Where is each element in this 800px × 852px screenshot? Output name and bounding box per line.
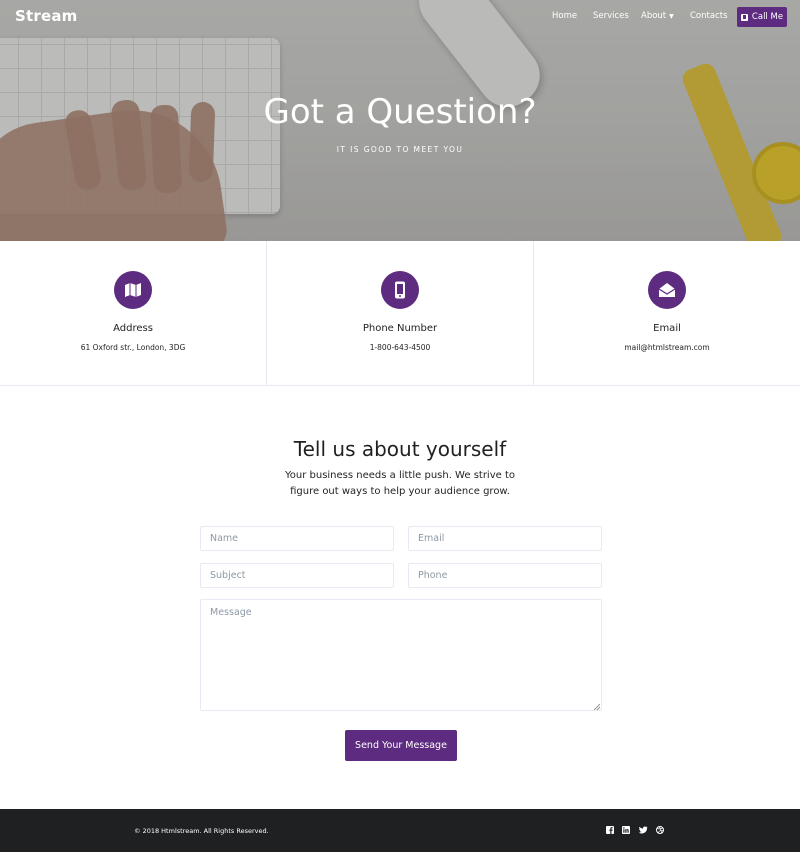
email-value: mail@htmlstream.com [624,343,710,352]
address-value: 61 Oxford str., London, 3DG [80,343,186,352]
footer: © 2018 Htmlstream. All Rights Reserved. [0,809,800,852]
brand-logo[interactable]: Stream [15,7,78,25]
form-description: Your business needs a little push. We st… [284,470,515,497]
chevron-down-icon: ▼ [669,13,674,20]
resize-handle[interactable] [594,704,600,710]
email-field[interactable] [408,526,602,551]
facebook-icon[interactable] [606,826,614,834]
address-card: Address 61 Oxford str., London, 3DG [0,241,267,386]
hero-section: Stream Home Services About ▼ Contacts Cal… [0,0,800,241]
contact-cards: Address 61 Oxford str., London, 3DG Phon… [0,241,800,386]
phone-title: Phone Number [362,323,438,334]
email-card: Email mail@htmlstream.com [534,241,800,386]
envelope-icon [648,271,686,309]
nav-about[interactable]: About ▼ [641,11,674,21]
twitter-icon[interactable] [638,826,648,834]
phone-icon [740,13,748,21]
nav-about-label: About [641,11,667,21]
email-title: Email [653,323,681,334]
map-icon [114,271,152,309]
nav-services[interactable]: Services [593,11,629,21]
subject-field[interactable] [200,563,394,588]
nav-home[interactable]: Home [552,11,577,21]
navbar: Stream Home Services About ▼ Contacts Cal… [0,0,800,34]
nav-contacts[interactable]: Contacts [690,11,728,21]
phone-value: 1-800-643-4500 [369,343,431,352]
phone-field[interactable] [408,563,602,588]
dribbble-icon[interactable] [656,826,664,834]
form-title: Tell us about yourself [293,437,507,461]
call-me-label: Call Me [751,12,784,22]
linkedin-icon[interactable] [622,826,630,834]
send-message-button[interactable]: Send Your Message [345,730,457,761]
hero-subtitle: IT IS GOOD TO MEET YOU [336,145,464,154]
mobile-icon [381,271,419,309]
call-me-button[interactable]: Call Me [737,7,787,27]
hero-title: Got a Question? [263,92,537,132]
message-field[interactable] [200,599,602,711]
name-field[interactable] [200,526,394,551]
phone-card: Phone Number 1-800-643-4500 [267,241,534,386]
address-title: Address [113,323,153,334]
copyright-text: © 2018 Htmlstream. All Rights Reserved. [134,827,269,835]
